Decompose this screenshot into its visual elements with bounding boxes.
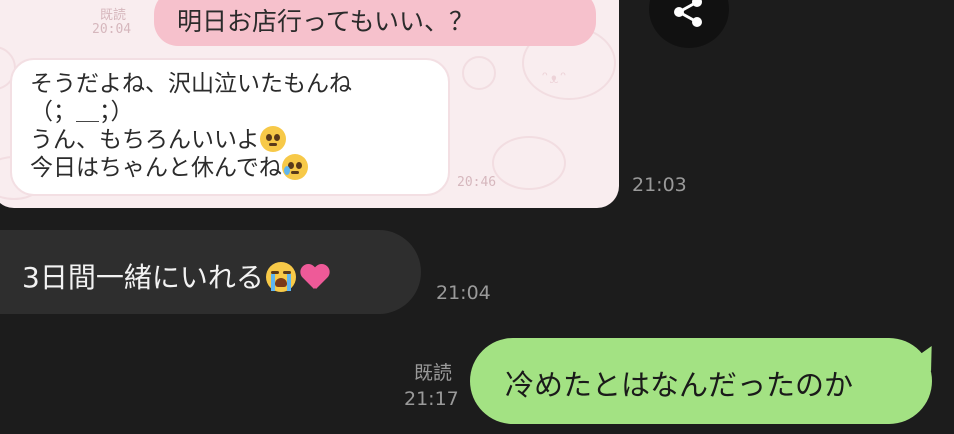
inner-read-time: 20:04 — [92, 22, 132, 37]
inner-reply-text: そうだよね、沢山泣いたもんね （；＿；） うん、もちろんいいよ 今日はちゃんと休… — [30, 70, 352, 182]
received-message-text: 3日間一緒にいれる — [22, 261, 264, 294]
read-label: 既読 — [414, 362, 453, 384]
inner-reply-line: そうだよね、沢山泣いたもんね — [30, 71, 352, 97]
image-message-time: 21:03 — [632, 174, 687, 196]
chat-view[interactable]: ᵔᴥᵔ 既読 20:04 明日お店行ってもいい、？ そうだよね、沢山泣いたもんね… — [0, 0, 954, 434]
background-doodle-face: ᵔᴥᵔ — [540, 68, 568, 87]
share-icon — [674, 0, 702, 27]
received-message-time: 21:04 — [436, 282, 491, 304]
sent-message-time: 21:17 — [404, 388, 459, 410]
pleading-face-icon — [259, 126, 286, 152]
sent-message-text: 冷めたとはなんだったのか — [505, 368, 854, 402]
inner-reply-line: うん、もちろんいいよ — [30, 127, 260, 153]
background-doodle — [462, 56, 496, 90]
background-doodle — [492, 136, 566, 190]
inner-reply-line: （；＿；） — [30, 99, 134, 125]
image-message[interactable]: ᵔᴥᵔ 既読 20:04 明日お店行ってもいい、？ そうだよね、沢山泣いたもんね… — [0, 0, 619, 208]
crying-emoji — [265, 262, 296, 292]
share-button[interactable] — [649, 0, 729, 48]
sparkling-heart-emoji — [300, 263, 330, 291]
inner-reply-line: 今日はちゃんと休んでね — [30, 155, 282, 181]
inner-sent-text: 明日お店行ってもいい、？ — [177, 7, 475, 36]
smiling-tear-face-icon — [281, 154, 308, 180]
inner-read-label: 既読 — [100, 8, 127, 23]
received-message: 3日間一緒にいれる — [22, 256, 330, 296]
inner-reply-time: 20:46 — [457, 175, 497, 190]
